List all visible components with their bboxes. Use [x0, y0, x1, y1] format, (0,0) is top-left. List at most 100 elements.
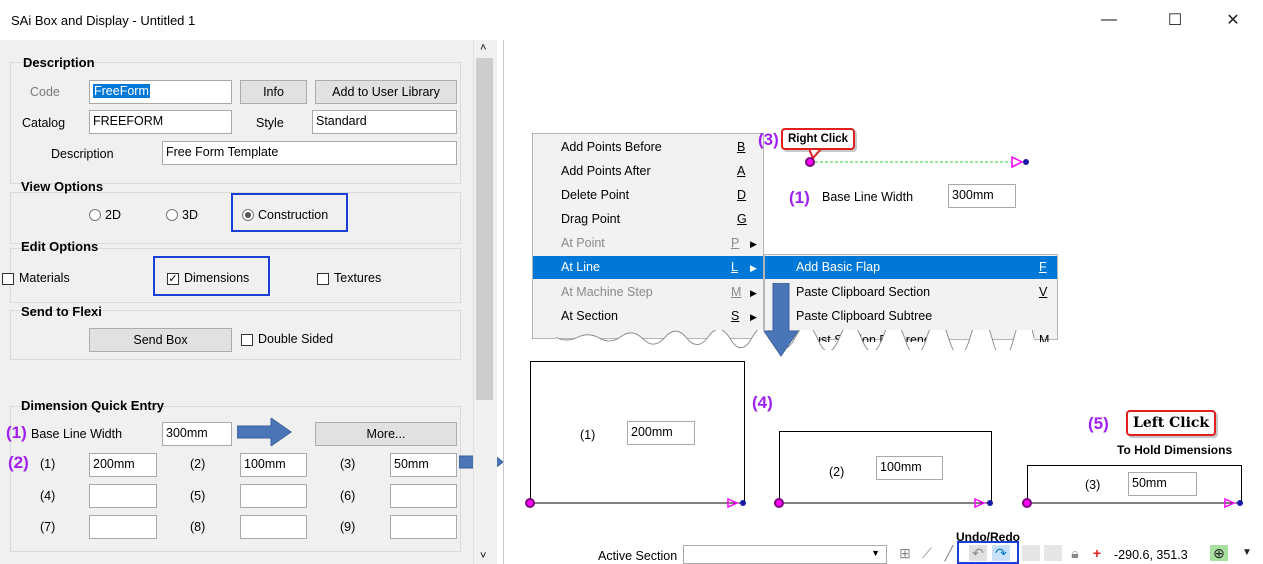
dim-2-input[interactable]: 100mm [240, 453, 307, 477]
code-input[interactable]: FreeForm [89, 80, 232, 104]
dim-3-label: (3) [340, 457, 356, 471]
construction-highlight [231, 193, 348, 232]
shortcut-g: G [737, 212, 747, 226]
catalog-input[interactable]: FREEFORM [89, 110, 232, 134]
submenu-arrow-icon: ▶ [750, 239, 757, 249]
radio-2d[interactable] [89, 209, 101, 221]
add-to-user-library-button[interactable]: Add to User Library [315, 80, 457, 104]
menu-item-at-line[interactable]: At Line [561, 260, 600, 274]
box-3-label: (3) [1085, 478, 1101, 492]
more-button[interactable]: More... [315, 422, 457, 446]
textures-label: Textures [334, 271, 382, 285]
toolbar-button-icon[interactable] [1044, 545, 1062, 561]
box-2-baseline [774, 497, 993, 509]
dim-1-label: (1) [40, 457, 56, 471]
box-1-label: (1) [580, 428, 596, 442]
curve-tool-icon[interactable]: ⟋ [918, 545, 936, 561]
dim-9-label: (9) [340, 520, 356, 534]
info-button[interactable]: Info [240, 80, 307, 104]
box-1-input[interactable]: 200mm [627, 421, 695, 445]
submenu-arrow-icon: ▶ [750, 312, 757, 322]
dropdown-arrow-icon: ▼ [871, 548, 880, 558]
close-button[interactable]: ✕ [1210, 5, 1256, 35]
submenu-arrow-icon: ▶ [750, 263, 757, 273]
shortcut-b: B [737, 140, 746, 154]
line-tool-icon[interactable]: ╱ [940, 545, 958, 561]
redo-icon[interactable]: ↷ [992, 545, 1010, 561]
step-4-marker: (4) [752, 393, 773, 412]
grid-icon[interactable]: ⊞ [896, 545, 914, 561]
shortcut-m: M [731, 285, 742, 299]
toolbar-button-icon[interactable] [1022, 545, 1040, 561]
code-value: FreeForm [93, 84, 150, 98]
box-3-baseline [1022, 497, 1243, 509]
dim-7-input[interactable] [89, 515, 157, 539]
box-3-input[interactable]: 50mm [1128, 472, 1197, 496]
menu-item-drag-point[interactable]: Drag Point [561, 212, 620, 226]
dim-8-label: (8) [190, 520, 206, 534]
dim-9-input[interactable] [390, 515, 457, 539]
shortcut-f: F [1039, 260, 1047, 274]
menu-item-at-point[interactable]: At Point [561, 236, 605, 250]
quick-entry-title: Dimension Quick Entry [21, 398, 165, 413]
shortcut-p: P [731, 236, 740, 250]
crosshair-icon[interactable]: + [1088, 545, 1106, 561]
style-input[interactable]: Standard [312, 110, 457, 134]
textures-checkbox[interactable] [317, 273, 329, 285]
dim-1-input[interactable]: 200mm [89, 453, 157, 477]
hold-dimensions-label: To Hold Dimensions [1117, 443, 1233, 457]
double-sided-label: Double Sided [258, 332, 334, 346]
maximize-button[interactable]: ☐ [1152, 5, 1198, 35]
dim-5-input[interactable] [240, 484, 307, 508]
dim-6-input[interactable] [390, 484, 457, 508]
submenu-item-paste-clipboard-subtree[interactable]: Paste Clipboard Subtree [796, 309, 932, 323]
chevron-down-icon[interactable]: ▼ [1238, 545, 1256, 561]
globe-icon[interactable]: ⊕ [1210, 545, 1228, 561]
shortcut-s: S [731, 309, 740, 323]
materials-checkbox[interactable] [2, 273, 14, 285]
shortcut-l: L [731, 260, 738, 274]
shortcut-d: D [737, 188, 747, 202]
submenu-arrow-icon: ▶ [750, 288, 757, 298]
minimize-button[interactable]: — [1086, 5, 1132, 35]
dim-3-input[interactable]: 50mm [390, 453, 457, 477]
shortcut-a: A [737, 164, 746, 178]
radio-3d-label: 3D [182, 208, 198, 222]
send-box-button[interactable]: Send Box [89, 328, 232, 352]
arrow-right-icon [237, 418, 292, 446]
double-sided-checkbox[interactable] [241, 334, 253, 346]
panel-separator [503, 40, 504, 564]
cursor-coordinates: -290.6, 351.3 [1114, 548, 1188, 562]
undo-icon[interactable]: ↶ [969, 545, 987, 561]
send-to-flexi-title: Send to Flexi [21, 304, 102, 319]
code-label: Code [30, 85, 60, 99]
step-3-marker: (3) [758, 130, 779, 149]
menu-item-at-machine-step[interactable]: At Machine Step [561, 285, 653, 299]
submenu-item-paste-clipboard-section[interactable]: Paste Clipboard Section [796, 285, 930, 299]
menu-item-delete-point[interactable]: Delete Point [561, 188, 629, 202]
edit-options-title: Edit Options [21, 239, 99, 254]
radio-3d[interactable] [166, 209, 178, 221]
scroll-down-icon[interactable]: ˅ [480, 550, 486, 562]
scroll-up-icon[interactable]: ˄ [480, 42, 486, 54]
lock-icon[interactable]: 🔒︎ [1066, 545, 1084, 561]
submenu-item-add-basic-flap[interactable]: Add Basic Flap [796, 260, 880, 274]
base-line-width-input[interactable]: 300mm [162, 422, 232, 446]
dim-4-input[interactable] [89, 484, 157, 508]
description-input[interactable]: Free Form Template [162, 141, 457, 165]
dimensions-highlight [153, 256, 270, 296]
dim-5-label: (5) [190, 489, 206, 503]
dim-8-input[interactable] [240, 515, 307, 539]
dim-2-label: (2) [190, 457, 206, 471]
menu-item-at-section[interactable]: At Section [561, 309, 618, 323]
menu-item-add-points-before[interactable]: Add Points Before [561, 140, 662, 154]
description-label: Description [51, 147, 114, 161]
scrollbar-thumb[interactable] [476, 58, 493, 400]
box-2-input[interactable]: 100mm [876, 456, 943, 480]
description-title: Description [23, 55, 95, 70]
active-section-select[interactable]: ▼ [683, 545, 887, 564]
menu-item-add-points-after[interactable]: Add Points After [561, 164, 651, 178]
dim-6-label: (6) [340, 489, 356, 503]
title-bar: SAi Box and Display - Untitled 1 — ☐ ✕ [0, 0, 1263, 40]
canvas-base-line-input[interactable]: 300mm [948, 184, 1016, 208]
